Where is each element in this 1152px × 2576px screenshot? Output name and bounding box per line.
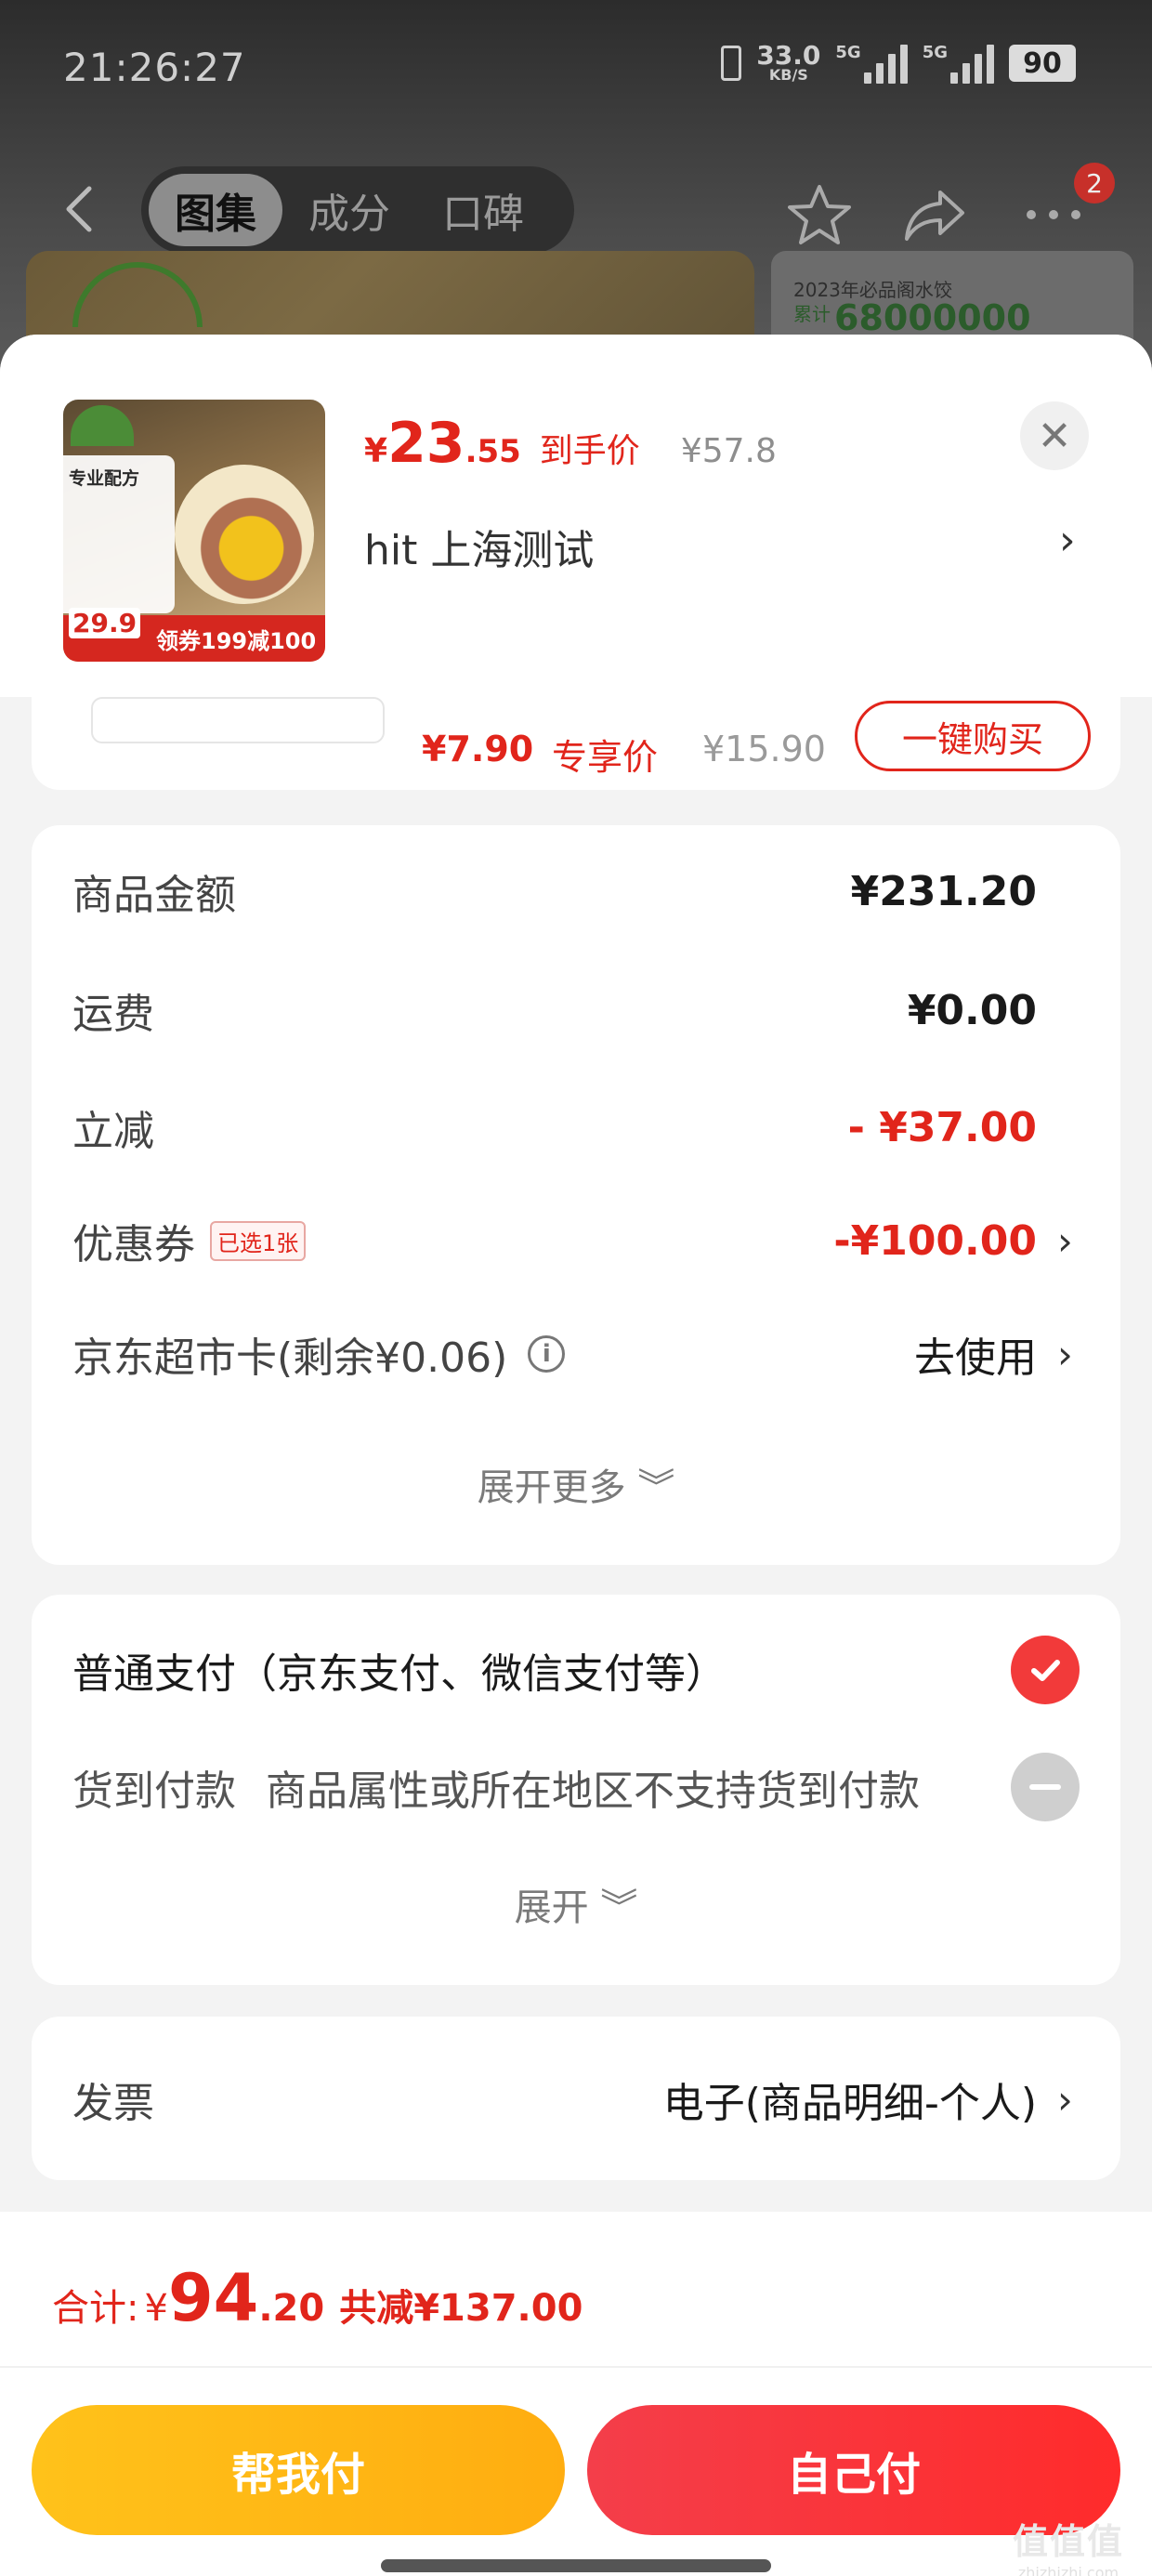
supermarket-card-label: 京东超市卡(剩余¥0.06): [72, 1334, 508, 1382]
info-icon[interactable]: i: [528, 1335, 566, 1373]
shipping-fee-value: ¥0.00: [907, 986, 1037, 1034]
coupon-label: 优惠券: [72, 1221, 195, 1268]
status-time: 21:26:27: [63, 45, 246, 90]
chevron-right-icon[interactable]: ›: [1057, 1332, 1080, 1377]
payment-cod-label: 货到付款: [72, 1768, 236, 1815]
signal-icon-2: 5G: [923, 43, 994, 84]
row-goods-amount: 商品金额 ¥231.20: [72, 867, 1037, 920]
chevron-right-icon[interactable]: ›: [1057, 1218, 1080, 1264]
network-speed: 33.0 KB/S: [756, 40, 821, 84]
expand-more-button[interactable]: 展开更多 ︾: [32, 1457, 1120, 1511]
row-shipping-fee: 运费 ¥0.00: [72, 986, 1037, 1039]
chevron-right-icon[interactable]: ›: [1059, 517, 1076, 564]
product-thumbnail: 专业配方 29.9 领券199减100: [63, 400, 325, 662]
status-bar: 21:26:27 33.0 KB/S 5G 5G 90: [0, 37, 1152, 102]
invoice-value: 电子(商品明细-个人): [662, 2080, 1037, 2127]
home-indicator[interactable]: [381, 2559, 771, 2572]
help-me-pay-button[interactable]: 帮我付: [32, 2405, 565, 2535]
share-icon[interactable]: [903, 183, 966, 246]
original-price: ¥57.8: [680, 432, 777, 470]
checkout-sheet: 专业配方 29.9 领券199减100 ¥ 23 .55 到手价 ¥57.8 h…: [0, 335, 1152, 2576]
status-icons: 33.0 KB/S 5G 5G 90: [721, 43, 1076, 84]
thumbnail-coupon-text: 领券199减100: [156, 628, 317, 654]
price-tag: 到手价: [539, 432, 640, 470]
watermark: 值值值 zhizhizhi.com: [1013, 2521, 1125, 2576]
payment-option-cod: 货到付款 商品属性或所在地区不支持货到付款: [72, 1745, 1080, 1829]
coupon-selected-badge: 已选1张: [210, 1220, 307, 1261]
product-navbar: 图集 成分 口碑 2: [0, 163, 1152, 256]
tab-gallery[interactable]: 图集: [149, 174, 282, 246]
promo-banner-line3: 68000000: [834, 297, 1031, 338]
vibrate-icon: [721, 46, 742, 81]
expand-payment-button[interactable]: 展开 ︾: [32, 1877, 1120, 1931]
invoice-card[interactable]: 发票 电子(商品明细-个人) ›: [32, 2017, 1120, 2180]
order-total: 合计: ¥ 94 .20 共减¥137.00: [52, 2260, 583, 2336]
price-decimal: .55: [465, 433, 521, 470]
item-price: ¥7.90: [422, 729, 534, 769]
battery-icon: 90: [1009, 45, 1076, 82]
checkmark-icon[interactable]: [1011, 1636, 1080, 1704]
goods-amount-value: ¥231.20: [850, 867, 1037, 915]
one-click-buy-button[interactable]: 一键购买: [855, 701, 1091, 771]
sheet-header: 专业配方 29.9 领券199减100 ¥ 23 .55 到手价 ¥57.8 h…: [0, 335, 1152, 697]
payment-normal-label: 普通支付（京东支付、微信支付等）: [72, 1650, 727, 1698]
gallery-tabs: 图集 成分 口碑: [141, 166, 574, 254]
back-arrow-icon[interactable]: [56, 183, 108, 235]
tab-reviews[interactable]: 口碑: [416, 174, 550, 246]
dumpling-image: [175, 465, 314, 604]
total-currency: ¥: [144, 2287, 168, 2330]
payment-cod-note: 商品属性或所在地区不支持货到付款: [266, 1768, 920, 1815]
total-decimal: .20: [258, 2287, 325, 2330]
row-invoice[interactable]: 发票 电子(商品明细-个人) ›: [72, 2057, 1080, 2141]
coupon-value: -¥100.00: [833, 1216, 1037, 1265]
item-price-tag: 专享价: [552, 737, 659, 778]
total-integer: 94: [167, 2260, 259, 2336]
price-integer: 23: [387, 411, 465, 476]
shipping-address[interactable]: hit 上海测试: [364, 517, 594, 576]
favorite-star-icon[interactable]: [788, 183, 851, 246]
signal-icon-1: 5G: [835, 43, 908, 84]
disabled-icon: [1011, 1753, 1080, 1821]
row-supermarket-card[interactable]: 京东超市卡(剩余¥0.06) i 去使用 ›: [72, 1312, 1080, 1396]
row-coupon[interactable]: 优惠券 已选1张 -¥100.00 ›: [72, 1199, 1080, 1282]
brand-logo: [71, 405, 134, 446]
invoice-label: 发票: [72, 2080, 154, 2127]
divider: [0, 2366, 1152, 2368]
order-amounts-card: 商品金额 ¥231.20 运费 ¥0.00 立减 - ¥37.00 优惠券 已选…: [32, 825, 1120, 1565]
price-currency: ¥: [364, 432, 388, 470]
cart-count-badge: 2: [1074, 163, 1115, 204]
chevron-right-icon[interactable]: ›: [1057, 2077, 1080, 2123]
payment-option-normal[interactable]: 普通支付（京东支付、微信支付等）: [72, 1628, 1080, 1712]
total-label: 合计:: [52, 2287, 139, 2330]
checkout-bottom-bar: 合计: ¥ 94 .20 共减¥137.00 帮我付 自己付 值值值 zhizh…: [0, 2212, 1152, 2576]
close-icon[interactable]: ✕: [1020, 401, 1089, 470]
row-instant-discount: 立减 - ¥37.00: [72, 1103, 1037, 1156]
item-original-price: ¥15.90: [702, 729, 826, 769]
tab-ingredients[interactable]: 成分: [282, 174, 416, 246]
total-savings: 共减¥137.00: [339, 2287, 583, 2330]
thumbnail-ref-price: 29.9: [69, 608, 141, 638]
item-option-box: [91, 697, 385, 743]
instant-discount-value: - ¥37.00: [847, 1103, 1037, 1151]
thumbnail-card-title: 专业配方: [69, 468, 140, 489]
product-price: ¥ 23 .55 到手价 ¥57.8: [364, 411, 777, 476]
payment-method-card: 普通支付（京东支付、微信支付等） 货到付款 商品属性或所在地区不支持货到付款 展…: [32, 1595, 1120, 1985]
promo-banner-line2: 累计: [793, 303, 831, 325]
supermarket-card-action[interactable]: 去使用: [914, 1324, 1037, 1384]
